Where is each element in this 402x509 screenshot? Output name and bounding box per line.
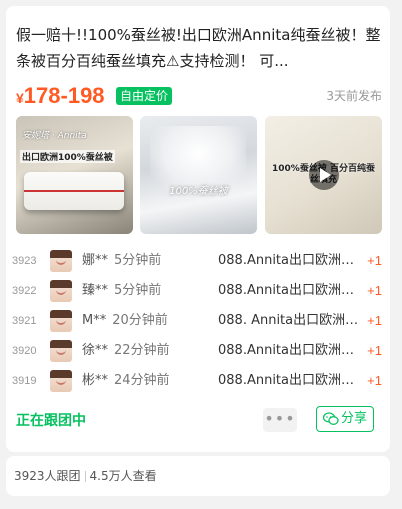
user-name: 娜** <box>82 253 109 268</box>
order-row[interactable]: 3922 臻** 5分钟前 088.Annita出口欧洲蚕丝被 +1 <box>12 276 386 306</box>
listing-title[interactable]: 假一赔十!!100%蚕丝被!出口欧洲Annita纯蚕丝被！整条被百分百纯蚕丝填充… <box>16 22 382 74</box>
follower-count: 3923人跟团 <box>14 469 81 483</box>
quilt-image <box>24 172 124 210</box>
product-photo-2[interactable]: 100%蚕丝被 <box>140 116 257 234</box>
user-name: 徐** <box>82 343 109 358</box>
product-photo-1[interactable]: 安妮塔 · Annita 出口欧洲100%蚕丝被 <box>16 116 133 234</box>
order-list: 3923 娜** 5分钟前 088.Annita出口欧洲蚕丝被 +1 3922 臻… <box>12 246 386 396</box>
avatar <box>50 370 72 392</box>
order-row[interactable]: 3920 徐** 22分钟前 088.Annita出口欧洲蚕丝被 +1 <box>12 336 386 366</box>
stats-bar: 3923人跟团 4.5万人查看 <box>6 456 390 496</box>
order-quantity: +1 <box>367 373 382 388</box>
order-row[interactable]: 3923 娜** 5分钟前 088.Annita出口欧洲蚕丝被 +1 <box>12 246 386 276</box>
play-icon[interactable] <box>309 160 339 190</box>
price-symbol: ¥ <box>16 90 24 106</box>
price-row: ¥178-198 自由定价 3天前发布 <box>16 83 382 109</box>
order-number: 3921 <box>12 315 37 327</box>
order-time: 20分钟前 <box>112 313 168 328</box>
order-quantity: +1 <box>367 283 382 298</box>
order-user: 娜** 5分钟前 <box>82 246 161 276</box>
group-status: 正在跟团中 <box>16 413 86 429</box>
wechat-icon <box>322 411 339 425</box>
pricing-tag: 自由定价 <box>116 87 173 105</box>
view-count: 4.5万人查看 <box>89 469 157 483</box>
order-user: 臻** 5分钟前 <box>82 276 161 306</box>
share-label: 分享 <box>340 411 367 426</box>
avatar <box>50 250 72 272</box>
avatar <box>50 310 72 332</box>
order-product: 088.Annita出口欧洲蚕丝被 <box>218 253 362 268</box>
order-user: 徐** 22分钟前 <box>82 336 170 366</box>
order-row[interactable]: 3921 M** 20分钟前 088. Annita出口欧洲蚕丝被 +1 <box>12 306 386 336</box>
order-time: 22分钟前 <box>114 343 170 358</box>
divider <box>84 471 86 482</box>
posted-time: 3天前发布 <box>326 89 382 103</box>
order-user: 彬** 24分钟前 <box>82 366 170 396</box>
photo-caption: 100%蚕丝被 <box>169 186 228 197</box>
order-quantity: +1 <box>367 313 382 328</box>
photo-brand-label: 安妮塔 · Annita <box>22 131 87 141</box>
user-name: M** <box>82 313 107 328</box>
order-product: 088.Annita出口欧洲蚕丝被 <box>218 283 362 298</box>
order-product: 088.Annita出口欧洲蚕丝被 <box>218 373 362 388</box>
price-value: 178-198 <box>23 83 105 108</box>
order-user: M** 20分钟前 <box>82 306 168 336</box>
user-name: 彬** <box>82 373 109 388</box>
group-buy-card[interactable]: 假一赔十!!100%蚕丝被!出口欧洲Annita纯蚕丝被！整条被百分百纯蚕丝填充… <box>6 6 390 452</box>
order-time: 5分钟前 <box>114 283 162 298</box>
order-number: 3922 <box>12 285 37 297</box>
order-number: 3920 <box>12 345 37 357</box>
order-number: 3919 <box>12 375 37 387</box>
user-name: 臻** <box>82 283 109 298</box>
order-time: 24分钟前 <box>114 373 170 388</box>
photo-gallery: 安妮塔 · Annita 出口欧洲100%蚕丝被 100%蚕丝被 100%蚕丝被… <box>16 116 382 234</box>
order-quantity: +1 <box>367 343 382 358</box>
avatar <box>50 280 72 302</box>
product-video[interactable]: 100%蚕丝被 百分百纯蚕丝填充 <box>265 116 382 234</box>
order-product: 088.Annita出口欧洲蚕丝被 <box>218 343 362 358</box>
more-button[interactable]: ••• <box>263 408 297 432</box>
share-button[interactable]: 分享 <box>316 406 374 432</box>
order-quantity: +1 <box>367 253 382 268</box>
order-number: 3923 <box>12 255 37 267</box>
order-row[interactable]: 3919 彬** 24分钟前 088.Annita出口欧洲蚕丝被 +1 <box>12 366 386 396</box>
order-time: 5分钟前 <box>114 253 162 268</box>
avatar <box>50 340 72 362</box>
photo-caption: 出口欧洲100%蚕丝被 <box>20 150 115 163</box>
order-product: 088. Annita出口欧洲蚕丝被 <box>218 313 362 328</box>
stats: 3923人跟团 4.5万人查看 <box>14 456 157 496</box>
price: ¥178-198 <box>16 83 105 111</box>
